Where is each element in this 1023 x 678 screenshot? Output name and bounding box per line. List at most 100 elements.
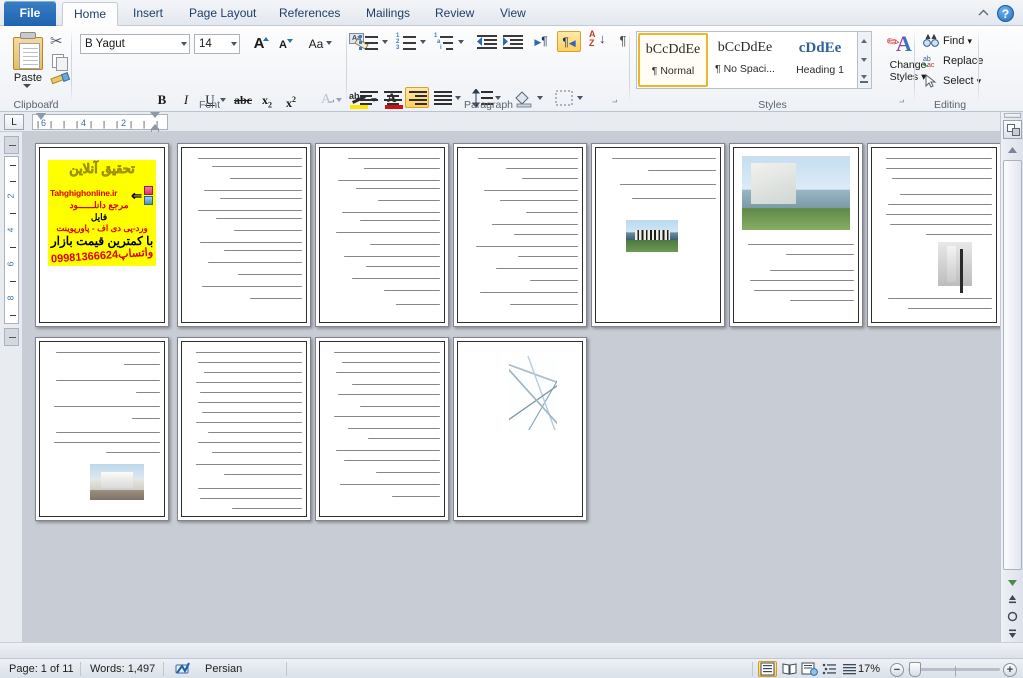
horizontal-ruler-track[interactable]: | 6 | | | 4 | | | 2 | | | [32, 114, 168, 130]
style-normal[interactable]: bCcDdEe ¶ Normal [638, 33, 708, 87]
horizontal-ruler[interactable]: L | 6 | | | 4 | | | 2 | | | [0, 112, 1023, 134]
shrink-font-icon[interactable]: A [272, 34, 294, 54]
scroll-down-arrow-icon[interactable] [1004, 574, 1021, 591]
minimize-ribbon-icon[interactable] [975, 6, 992, 23]
page-text-block [190, 156, 302, 316]
zoom-slider-thumb[interactable] [909, 662, 921, 677]
styles-gallery-scroll [858, 31, 872, 89]
view-full-screen-reading-icon[interactable] [780, 661, 799, 677]
styles-scroll-up-icon[interactable] [858, 32, 870, 50]
tab-home[interactable]: Home [62, 2, 119, 26]
grow-font-icon[interactable]: A [248, 34, 270, 54]
vertical-ruler[interactable]: 2 4 6 8 [0, 132, 22, 642]
tab-insert[interactable]: Insert [122, 2, 174, 26]
page-thumbnail-7[interactable] [867, 143, 1000, 327]
page-thumbnail-2[interactable] [177, 143, 311, 327]
zoom-level[interactable]: 17% [858, 662, 880, 676]
page-indicator[interactable]: Page: 1 of 11 [9, 662, 74, 676]
styles-scroll-down-icon[interactable] [858, 51, 870, 69]
promo-title: تحقیق آنلاین [69, 161, 136, 176]
cut-icon[interactable]: ✂ [50, 32, 70, 51]
tab-page-layout[interactable]: Page Layout [178, 2, 267, 26]
chevron-down-icon[interactable] [231, 42, 237, 46]
ribbon-group-paragraph: 123 1ai ▶¶ ¶◀ A Z ↓ ¶ Paragraph ⌐ [347, 26, 630, 112]
vertical-scrollbar-thumb[interactable] [1003, 160, 1022, 570]
font-name-combobox[interactable]: B Yagut [80, 34, 190, 54]
change-case-icon[interactable]: Aa [300, 34, 332, 54]
multilevel-dropdown-icon[interactable] [458, 40, 464, 44]
style-preview: cDdEe [798, 40, 842, 56]
ribbon-group-clipboard: Paste ✂ Clipboard [0, 26, 72, 112]
language-indicator[interactable]: Persian [205, 662, 242, 676]
bullet-list-icon[interactable] [357, 32, 381, 52]
word-count[interactable]: Words: 1,497 [90, 662, 155, 676]
svg-text:ac: ac [927, 62, 935, 68]
sort-az-icon[interactable]: A Z ↓ [587, 29, 611, 51]
page-thumbnail-1[interactable]: تحقیق آنلاین Tahghighonline.ir ⇐ مرجع دا… [35, 143, 169, 327]
multilevel-list-icon[interactable]: 1ai [433, 32, 457, 52]
vertical-ruler-track[interactable]: 2 4 6 8 [4, 156, 19, 324]
page-thumbnail-8[interactable] [35, 337, 169, 521]
select-browse-object-icon[interactable] [1003, 120, 1022, 139]
format-painter-icon[interactable] [50, 72, 71, 91]
next-page-icon[interactable] [1004, 626, 1021, 643]
tab-mailings[interactable]: Mailings [355, 2, 421, 26]
tab-view[interactable]: View [489, 2, 537, 26]
previous-page-icon[interactable] [1004, 592, 1021, 609]
font-size-combobox[interactable]: 14 [194, 34, 240, 54]
select-label: Select [943, 75, 974, 87]
decrease-indent-icon[interactable] [475, 32, 499, 52]
bullets-dropdown-icon[interactable] [382, 40, 388, 44]
vertical-ruler-top-margin [4, 136, 19, 154]
select-button[interactable]: Select ▾ [921, 72, 981, 91]
tab-review[interactable]: Review [424, 2, 485, 26]
styles-dialog-launcher[interactable] [898, 99, 909, 110]
left-to-right-text-direction-button[interactable]: ▶¶ [529, 31, 553, 52]
styles-more-icon[interactable] [858, 70, 870, 88]
first-line-indent-marker[interactable] [150, 112, 160, 118]
split-window-handle[interactable] [1004, 113, 1021, 118]
document-canvas[interactable]: تحقیق آنلاین Tahghighonline.ir ⇐ مرجع دا… [22, 132, 1000, 642]
page-thumbnail-6[interactable] [729, 143, 863, 327]
copy-icon[interactable] [50, 52, 70, 71]
scroll-up-arrow-icon[interactable] [1004, 142, 1021, 159]
chevron-down-icon[interactable] [181, 42, 187, 46]
view-web-layout-icon[interactable] [800, 661, 819, 677]
view-print-layout-icon[interactable] [758, 661, 777, 677]
zoom-out-button[interactable]: − [890, 663, 904, 677]
clipboard-dialog-launcher[interactable] [47, 99, 58, 110]
paste-dropdown-arrow[interactable] [23, 84, 31, 88]
page-thumbnail-3[interactable] [315, 143, 449, 327]
tab-file[interactable]: File [4, 1, 56, 26]
paste-button[interactable] [10, 31, 46, 71]
chevron-down-icon[interactable]: ▾ [967, 36, 972, 46]
zoom-in-button[interactable]: + [1003, 663, 1017, 677]
right-to-left-text-direction-button[interactable]: ¶◀ [557, 31, 581, 52]
style-heading-1[interactable]: cDdEe Heading 1 [785, 33, 855, 87]
page-thumbnail-10[interactable] [315, 337, 449, 521]
view-draft-icon[interactable] [840, 661, 859, 677]
spellcheck-icon[interactable] [175, 661, 193, 678]
vruler-mark-8: 8 [5, 295, 16, 301]
find-button[interactable]: Find ▾ [921, 32, 972, 51]
horizontal-scrollbar[interactable] [0, 642, 1023, 658]
page-thumbnail-4[interactable] [453, 143, 587, 327]
left-indent-marker[interactable] [36, 113, 46, 120]
tab-references[interactable]: References [268, 2, 351, 26]
tab-stop-selector[interactable]: L [4, 114, 24, 130]
numbering-dropdown-icon[interactable] [420, 40, 426, 44]
font-dialog-launcher[interactable] [328, 99, 339, 110]
page-thumbnail-9[interactable] [177, 337, 311, 521]
vertical-scrollbar[interactable] [1000, 112, 1023, 642]
page-thumbnail-11[interactable] [453, 337, 587, 521]
view-outline-icon[interactable] [820, 661, 839, 677]
replace-button[interactable]: ab ac Replace [921, 52, 983, 71]
increase-indent-icon[interactable] [501, 32, 525, 52]
numbered-list-icon[interactable]: 123 [395, 32, 419, 52]
style-no-spacing[interactable]: bCcDdEe ¶ No Spaci... [710, 33, 780, 87]
style-name: ¶ No Spaci... [715, 63, 775, 75]
select-browse-object-circle-icon[interactable] [1004, 609, 1021, 626]
paragraph-dialog-launcher[interactable] [611, 99, 622, 110]
page-thumbnail-5[interactable] [591, 143, 725, 327]
help-question-icon[interactable]: ? [997, 5, 1014, 22]
